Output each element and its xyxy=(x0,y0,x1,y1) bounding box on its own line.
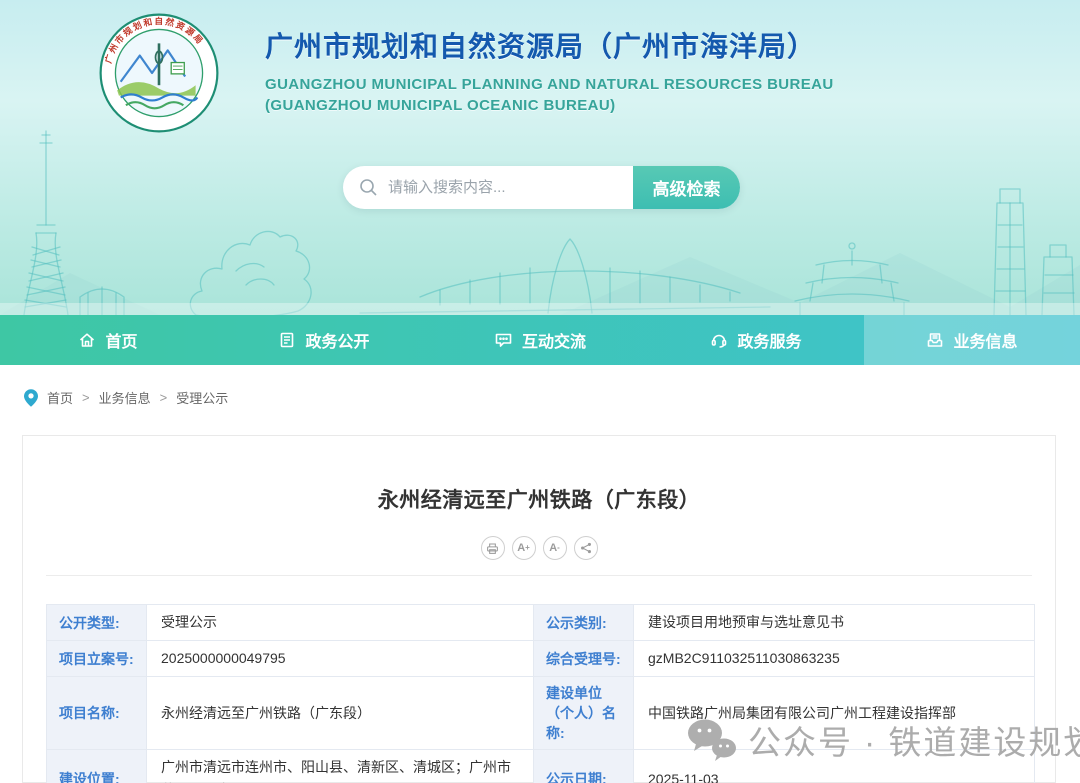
project-info-table: 公开类型: 受理公示 公示类别: 建设项目用地预审与选址意见书 项目立案号: 2… xyxy=(46,604,1035,783)
site-title-en-line1: GUANGZHOU MUNICIPAL PLANNING AND NATURAL… xyxy=(265,76,834,93)
site-titles: 广州市规划和自然资源局（广州市海洋局） GUANGZHOU MUNICIPAL … xyxy=(265,25,834,114)
font-letter: A xyxy=(549,542,557,554)
print-button[interactable] xyxy=(481,536,505,560)
nav-item-gov-disclosure[interactable]: 政务公开 xyxy=(216,315,432,365)
nav-label: 互动交流 xyxy=(522,328,586,352)
article-toolbar: A+ A- xyxy=(23,536,1055,560)
city-skyline-illustration xyxy=(0,115,1080,315)
headset-icon xyxy=(710,331,728,349)
share-button[interactable] xyxy=(574,536,598,560)
home-icon xyxy=(78,331,96,349)
label-construction-location: 建设位置: xyxy=(47,750,147,783)
nav-label: 政务服务 xyxy=(737,328,801,352)
font-decrease-button[interactable]: A- xyxy=(543,536,567,560)
site-title-en-line2: (GUANGZHOU MUNICIPAL OCEANIC BUREAU) xyxy=(265,97,834,114)
table-row: 项目名称: 永州经清远至广州铁路（广东段） 建设单位（个人）名称: 中国铁路广州… xyxy=(47,677,1035,750)
article-title: 永州经清远至广州铁路（广东段） xyxy=(23,436,1055,514)
breadcrumb: 首页 > 业务信息 > 受理公示 xyxy=(24,388,228,407)
font-letter: A xyxy=(517,542,525,554)
table-row: 建设位置: 广州市清远市连州市、阳山县、清新区、清城区；广州市花都区、白云区 公… xyxy=(47,750,1035,783)
nav-item-business-info[interactable]: 业务信息 xyxy=(864,315,1080,365)
value-project-name: 永州经清远至广州铁路（广东段） xyxy=(147,677,534,750)
share-icon xyxy=(580,542,592,554)
header-banner: 广州市规划和自然资源局 广州市规划和自然资源局（广州市海洋局） GUANGZHO… xyxy=(0,0,1080,315)
printer-icon xyxy=(486,542,499,555)
label-acceptance-number: 综合受理号: xyxy=(534,641,634,677)
nav-item-gov-services[interactable]: 政务服务 xyxy=(648,315,864,365)
value-construction-unit: 中国铁路广州局集团有限公司广州工程建设指挥部 xyxy=(634,677,1035,750)
breadcrumb-business-info[interactable]: 业务信息 xyxy=(99,388,151,407)
article-card: 永州经清远至广州铁路（广东段） A+ A- 公开类型: 受理公示 xyxy=(22,435,1056,783)
value-open-type: 受理公示 xyxy=(147,605,534,641)
search-icon xyxy=(343,166,388,209)
search-bar: 高级检索 xyxy=(343,166,740,209)
font-increase-button[interactable]: A+ xyxy=(512,536,536,560)
label-construction-unit: 建设单位（个人）名称: xyxy=(534,677,634,750)
value-notice-date: 2025-11-03 xyxy=(634,750,1035,783)
table-row: 公开类型: 受理公示 公示类别: 建设项目用地预审与选址意见书 xyxy=(47,605,1035,641)
label-notice-category: 公示类别: xyxy=(534,605,634,641)
value-project-file-number: 2025000000049795 xyxy=(147,641,534,677)
divider xyxy=(46,575,1032,576)
nav-label: 业务信息 xyxy=(953,328,1017,352)
nav-item-interaction[interactable]: 互动交流 xyxy=(432,315,648,365)
advanced-search-button[interactable]: 高级检索 xyxy=(633,166,740,209)
nav-label: 政务公开 xyxy=(305,328,369,352)
bureau-logo: 广州市规划和自然资源局 xyxy=(98,12,220,134)
nav-item-home[interactable]: 首页 xyxy=(0,315,216,365)
label-project-name: 项目名称: xyxy=(47,677,147,750)
main-nav: 首页 政务公开 互动交流 政务服务 xyxy=(0,315,1080,365)
document-icon xyxy=(278,331,296,349)
value-acceptance-number: gzMB2C911032511030863235 xyxy=(634,641,1035,677)
value-construction-location: 广州市清远市连州市、阳山县、清新区、清城区；广州市花都区、白云区 xyxy=(147,750,534,783)
page: 广州市规划和自然资源局 广州市规划和自然资源局（广州市海洋局） GUANGZHO… xyxy=(0,0,1080,783)
site-title-cn: 广州市规划和自然资源局（广州市海洋局） xyxy=(265,25,834,65)
label-notice-date: 公示日期: xyxy=(534,750,634,783)
search-input[interactable] xyxy=(388,166,633,209)
table-row: 项目立案号: 2025000000049795 综合受理号: gzMB2C911… xyxy=(47,641,1035,677)
value-notice-category: 建设项目用地预审与选址意见书 xyxy=(634,605,1035,641)
inbox-icon xyxy=(926,331,944,349)
breadcrumb-separator: > xyxy=(160,390,168,405)
label-open-type: 公开类型: xyxy=(47,605,147,641)
breadcrumb-home[interactable]: 首页 xyxy=(47,388,73,407)
nav-label: 首页 xyxy=(105,328,137,352)
label-project-file-number: 项目立案号: xyxy=(47,641,147,677)
breadcrumb-acceptance-notice[interactable]: 受理公示 xyxy=(176,388,228,407)
chat-icon xyxy=(494,331,513,349)
breadcrumb-separator: > xyxy=(82,390,90,405)
location-pin-icon xyxy=(24,389,38,407)
